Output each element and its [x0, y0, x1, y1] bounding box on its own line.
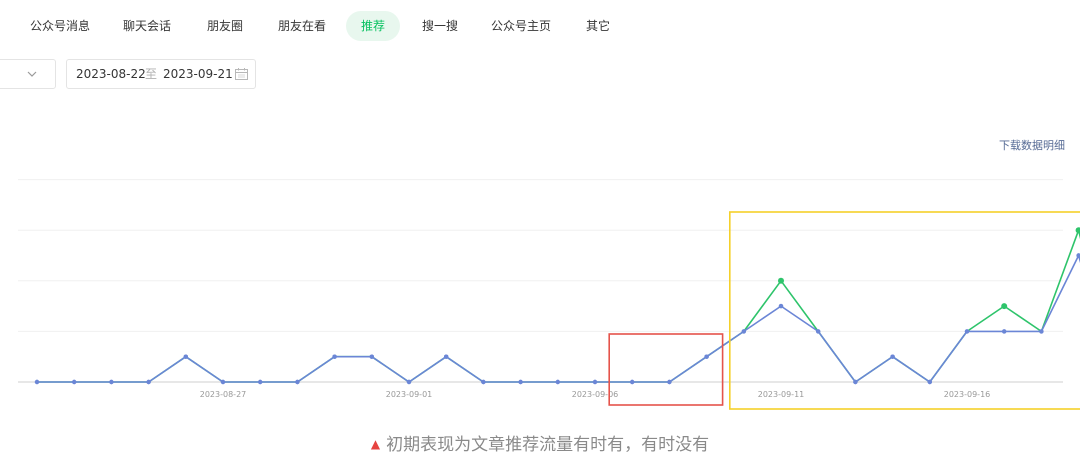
data-point — [481, 379, 486, 385]
data-point — [518, 379, 523, 385]
data-point — [1039, 329, 1044, 334]
data-point — [1075, 227, 1080, 234]
data-point — [258, 379, 263, 385]
data-point — [1001, 303, 1008, 310]
series-line — [37, 229, 1080, 383]
data-point — [220, 379, 226, 385]
caption: ▲ 初期表现为文章推荐流量有时有，有时没有 — [0, 430, 1080, 455]
data-point — [667, 379, 672, 385]
data-point — [592, 379, 598, 385]
data-point — [704, 354, 709, 359]
data-point — [741, 329, 746, 334]
data-point — [778, 303, 784, 309]
highlight-box — [728, 211, 1080, 410]
caption-marker: ▲ — [370, 437, 381, 451]
data-point — [72, 379, 77, 385]
data-point — [406, 379, 412, 385]
x-tick-label: 2023-09-01 — [386, 390, 433, 399]
data-point — [1002, 329, 1007, 334]
data-point — [109, 379, 114, 385]
data-point — [183, 354, 188, 359]
traffic-line-chart: 2023-08-27 2023-09-01 2023-09-06 2023-09-11… — [18, 179, 1080, 410]
x-tick-label: 2023-09-11 — [758, 390, 805, 399]
caption-text: 初期表现为文章推荐流量有时有，有时没有 — [386, 435, 710, 455]
data-point — [964, 329, 970, 334]
x-tick-label: 2023-09-06 — [572, 390, 619, 399]
data-point — [444, 354, 449, 359]
data-point — [816, 329, 821, 334]
data-point — [853, 379, 858, 385]
data-point — [1076, 253, 1080, 258]
data-point — [332, 354, 337, 359]
data-point — [630, 379, 635, 385]
data-point — [34, 379, 40, 385]
data-point — [890, 354, 895, 359]
data-point — [778, 277, 784, 284]
data-point — [295, 379, 300, 385]
series-line — [37, 254, 1080, 383]
highlight-box — [608, 333, 724, 406]
data-point — [369, 354, 374, 359]
x-tick-label: 2023-09-16 — [944, 390, 991, 399]
data-point — [146, 379, 151, 385]
x-tick-label: 2023-08-27 — [200, 390, 247, 399]
data-point — [927, 379, 932, 385]
data-point — [555, 379, 560, 385]
